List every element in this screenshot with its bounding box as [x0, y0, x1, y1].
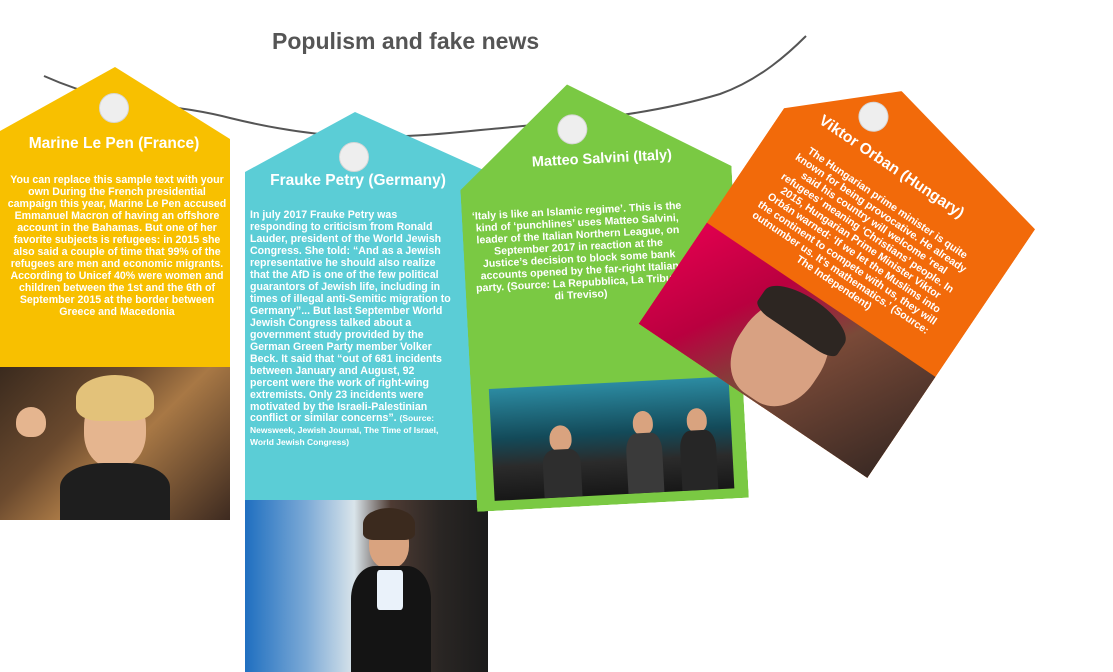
tag-body: In july 2017 Frauke Petry was responding… [250, 209, 452, 449]
marine-le-pen-photo [0, 367, 230, 520]
tag-hole [339, 142, 369, 172]
tag-title: Matteo Salvini (Italy) [531, 147, 673, 171]
tag-title: Marine Le Pen (France) [28, 135, 200, 152]
frauke-petry-photo [245, 500, 488, 672]
tag-hole [853, 96, 895, 138]
tag-frauke-petry: Frauke Petry (Germany) In july 2017 Frau… [245, 112, 488, 672]
tag-body: You can replace this sample text with yo… [5, 174, 229, 319]
tag-body-paragraph: According to Unicef 40% were women and c… [10, 269, 224, 318]
matteo-salvini-photo [489, 376, 735, 500]
tag-title: Frauke Petry (Germany) [270, 172, 446, 189]
tag-hole [557, 114, 589, 146]
tag-body-paragraph: In july 2017 Frauke Petry was responding… [250, 209, 451, 425]
tag-body-paragraph: You can replace this sample text with yo… [7, 174, 227, 270]
page-title: Populism and fake news [272, 28, 540, 54]
tag-hole [99, 93, 129, 123]
tag-body: ‘Italy is like an Islamic regime’. This … [471, 199, 685, 303]
tag-marine-le-pen: Marine Le Pen (France) You can replace t… [0, 67, 230, 520]
